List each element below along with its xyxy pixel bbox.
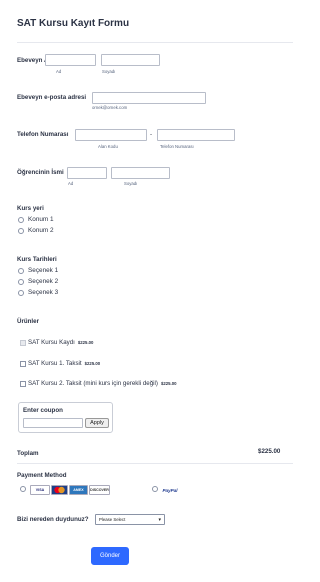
location-option-label: Konum 2 [28, 227, 54, 234]
phone-separator: - [150, 131, 153, 138]
referral-label: Bizi nereden duydunuz? [17, 516, 89, 523]
paypal-payment-radio[interactable] [152, 486, 158, 492]
product-name: SAT Kursu Kaydı [28, 339, 75, 346]
phone-area-code-sublabel: Alan Kodu [98, 144, 118, 149]
discover-card-icon: DISCOVER [89, 485, 110, 495]
form-title: SAT Kursu Kayıt Formu [17, 18, 130, 29]
parent-last-name-input[interactable] [101, 54, 160, 66]
paypal-icon: PayPal [162, 487, 178, 493]
product-price: $225.00 [160, 381, 177, 386]
date-option-1[interactable]: Seçenek 1 [18, 266, 58, 275]
radio-button[interactable] [18, 227, 24, 234]
product-price: $225.00 [77, 340, 94, 345]
parent-email-label: Ebeveyn e-posta adresi [17, 94, 87, 101]
total-value: $225.00 [258, 448, 281, 455]
total-label: Toplam [17, 450, 39, 457]
phone-number-sublabel: Telefon Numarası [160, 144, 194, 149]
referral-selected-value: Please Select [99, 517, 126, 522]
coupon-label: Enter coupon [23, 407, 63, 414]
date-option-2[interactable]: Seçenek 2 [18, 277, 58, 286]
date-option-label: Seçenek 2 [28, 278, 59, 285]
date-option-label: Seçenek 3 [28, 289, 59, 296]
student-name-label: Öğrencinin İsmi [17, 169, 64, 176]
submit-button[interactable]: Gönder [91, 547, 129, 565]
product-name: SAT Kursu 2. Taksit (mini kurs için gere… [28, 380, 158, 387]
product-price: $225.00 [84, 361, 101, 366]
parent-email-hint: ornek@ornek.com [92, 105, 128, 110]
parent-email-input[interactable] [92, 92, 206, 104]
radio-button[interactable] [18, 216, 24, 223]
date-option-3[interactable]: Seçenek 3 [18, 288, 58, 297]
phone-area-code-input[interactable] [75, 129, 147, 141]
visa-card-icon: VISA [30, 485, 50, 495]
student-last-name-input[interactable] [111, 167, 170, 179]
location-option-1[interactable]: Konum 1 [18, 215, 54, 224]
parent-first-name-input[interactable] [45, 54, 96, 66]
products-label: Ürünler [17, 318, 40, 325]
student-first-name-sublabel: Ad [68, 181, 74, 186]
phone-number-input[interactable] [157, 129, 235, 141]
date-option-label: Seçenek 1 [28, 267, 59, 274]
product-item-3[interactable]: SAT Kursu 2. Taksit (mini kurs için gere… [20, 380, 177, 387]
product-item-2[interactable]: SAT Kursu 1. Taksit $225.00 [20, 360, 100, 367]
card-payment-radio[interactable] [20, 486, 26, 492]
parent-first-name-sublabel: Ad [56, 69, 62, 74]
location-option-2[interactable]: Konum 2 [18, 226, 54, 235]
amex-card-icon: AMEX [69, 485, 88, 495]
product-name: SAT Kursu 1. Taksit [28, 360, 82, 367]
radio-button[interactable] [18, 267, 24, 274]
student-first-name-input[interactable] [67, 167, 107, 179]
radio-button[interactable] [18, 289, 24, 296]
location-option-label: Konum 1 [28, 216, 54, 223]
dates-label: Kurs Tarihleri [17, 256, 57, 263]
payment-method-label: Payment Method [17, 472, 67, 479]
product-checkbox[interactable] [20, 339, 26, 346]
student-last-name-sublabel: Soyadı [124, 181, 138, 186]
phone-label: Telefon Numarası [17, 131, 69, 138]
location-label: Kurs yeri [17, 205, 44, 212]
referral-select[interactable]: Please Select ▾ [95, 514, 165, 525]
parent-last-name-sublabel: Soyadı [102, 69, 116, 74]
radio-button[interactable] [18, 278, 24, 285]
apply-coupon-button[interactable]: Apply [85, 418, 109, 428]
mastercard-icon [51, 485, 68, 495]
total-divider [17, 463, 293, 464]
title-divider [17, 42, 293, 43]
coupon-input[interactable] [23, 418, 83, 428]
product-checkbox[interactable] [20, 360, 26, 367]
product-checkbox[interactable] [20, 380, 26, 387]
chevron-down-icon: ▾ [158, 516, 161, 523]
mastercard-logo-icon [54, 486, 65, 494]
product-item-1[interactable]: SAT Kursu Kaydı $225.00 [20, 339, 93, 346]
coupon-box: Enter coupon Apply [18, 402, 113, 433]
